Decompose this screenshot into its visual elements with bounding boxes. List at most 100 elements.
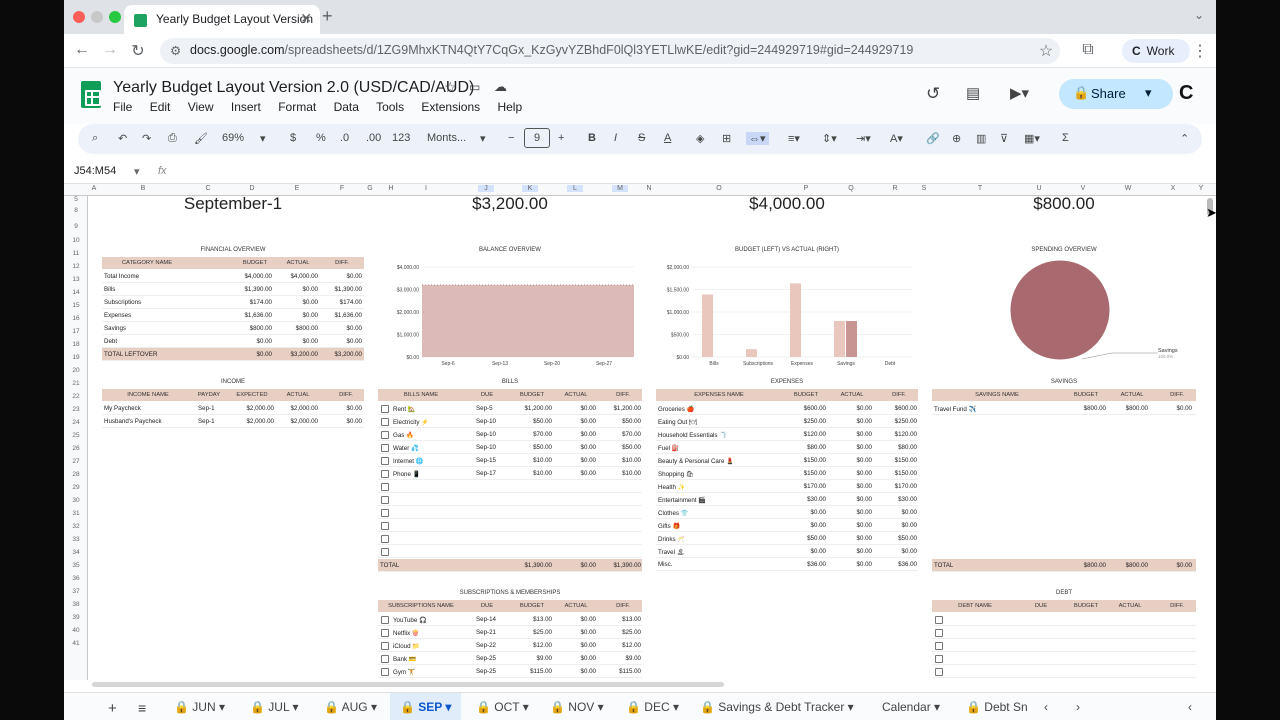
column-header[interactable]: K [522,185,538,192]
financial-overview-total[interactable]: TOTAL LEFTOVER $0.00 $3,200.00 $3,200.00 [102,348,364,361]
subscription-row[interactable]: iCloud 📁 Sep-22 $12.00 $0.00 $12.00 [378,639,642,652]
debt-row[interactable] [932,626,1196,639]
savings-row[interactable]: Travel Fund ✈️ $800.00 $800.00 $0.00 [932,402,1196,415]
font-select[interactable]: Monts... [427,132,466,144]
functions-icon[interactable]: Σ [1062,132,1069,144]
column-header[interactable]: B [135,185,151,192]
row-header[interactable]: 33 [64,536,88,543]
undo-icon[interactable]: ↶ [118,132,127,145]
back-icon[interactable]: ← [72,41,92,59]
column-header[interactable]: N [641,185,657,192]
row-header[interactable]: 31 [64,510,88,517]
expense-row[interactable]: Beauty & Personal Care 💄 $150.00 $0.00 $150… [656,454,918,467]
column-header[interactable]: C [200,185,216,192]
column-header[interactable]: W [1120,185,1136,192]
column-header[interactable]: G [362,185,378,192]
percent-format-button[interactable]: % [316,132,326,144]
row-header[interactable]: 5 [64,196,88,203]
financial-overview-row[interactable]: Bills $1,390.00 $0.00 $1,390.00 [102,283,364,296]
expense-row[interactable]: Eating Out 🍽 $250.00 $0.00 $250.00 [656,415,918,428]
print-icon[interactable]: ⎙ [168,132,177,145]
column-header[interactable]: L [567,185,583,192]
font-dropdown-icon[interactable]: ▾ [480,132,486,145]
paid-checkbox[interactable] [381,616,389,624]
expense-row[interactable]: Fuel ⛽ $80.00 $0.00 $80.00 [656,441,918,454]
tab-search-icon[interactable]: ⌄ [1194,8,1204,22]
zoom-dropdown-icon[interactable]: ▾ [260,132,266,145]
expense-row[interactable]: Shopping 🛍 $150.00 $0.00 $150.00 [656,467,918,480]
bill-row[interactable]: Water 💦 Sep-10 $50.00 $0.00 $50.00 [378,441,642,454]
row-header[interactable]: 28 [64,471,88,478]
name-box-dropdown-icon[interactable]: ▾ [134,165,140,178]
column-header[interactable]: X [1165,185,1181,192]
row-header[interactable]: 21 [64,380,88,387]
row-header[interactable]: 8 [64,207,88,214]
horizontal-align-icon[interactable]: ≡▾ [788,132,800,145]
sheets-logo-icon[interactable] [81,81,101,108]
url-field[interactable]: ⚙ docs.google.com/spreadsheets/d/1ZG9Mhx… [160,38,1060,64]
share-button[interactable]: 🔒 Share ▾ [1059,79,1173,109]
income-row[interactable]: My Paycheck Sep-1 $2,000.00 $2,000.00 $0.00 [102,402,364,415]
column-header[interactable]: P [798,185,814,192]
search-menus-icon[interactable]: ⌕ [92,132,98,145]
paid-checkbox[interactable] [381,548,389,556]
font-size-input[interactable]: 9 [524,128,550,148]
zoom-select[interactable]: 69% [222,132,244,144]
column-header[interactable]: O [711,185,727,192]
merge-cells-icon[interactable]: ⇔▾ [746,132,769,145]
sheet-tab-calendar[interactable]: Calendar ▾ [882,700,940,714]
debt-row[interactable] [932,652,1196,665]
borders-icon[interactable]: ⊞ [722,132,731,145]
row-header[interactable]: 9 [64,223,88,230]
column-header[interactable]: Q [843,185,859,192]
subscription-row[interactable]: Bank 💳 Sep-25 $9.00 $0.00 $9.00 [378,652,642,665]
financial-overview-row[interactable]: Debt $0.00 $0.00 $0.00 [102,335,364,348]
all-sheets-icon[interactable]: ≡ [138,700,146,716]
expense-row[interactable]: Health ✨ $170.00 $0.00 $170.00 [656,480,918,493]
paid-checkbox[interactable] [381,629,389,637]
expense-row[interactable]: Clothes 👕 $0.00 $0.00 $0.00 [656,506,918,519]
extensions-icon[interactable]: ⧉ [1078,41,1098,59]
column-header[interactable]: J [478,185,494,192]
expense-row[interactable]: Travel 🏝 $0.00 $0.00 $0.00 [656,545,918,558]
financial-overview-row[interactable]: Expenses $1,636.00 $0.00 $1,636.00 [102,309,364,322]
expense-row[interactable]: Drinks 🥂 $50.00 $0.00 $50.00 [656,532,918,545]
paid-checkbox[interactable] [935,629,943,637]
star-icon[interactable]: ☆ [444,79,457,96]
forward-icon[interactable]: → [100,41,120,59]
filter-icon[interactable]: ⊽ [1000,132,1008,145]
menu-extensions[interactable]: Extensions [421,100,480,114]
row-header[interactable]: 23 [64,406,88,413]
subscription-row[interactable]: YouTube 🎧 Sep-14 $13.00 $0.00 $13.00 [378,613,642,626]
bill-row[interactable] [378,532,642,545]
column-header[interactable]: F [334,185,350,192]
menu-help[interactable]: Help [497,100,522,114]
row-header[interactable]: 11 [64,250,88,257]
sheet-tab-savings-debt-tracker[interactable]: 🔒 Savings & Debt Tracker ▾ [700,700,854,714]
paid-checkbox[interactable] [381,444,389,452]
row-header[interactable]: 41 [64,640,88,647]
sheet-tab-jul[interactable]: 🔒 JUL ▾ [250,700,299,714]
add-sheet-icon[interactable]: + [108,700,117,717]
row-header[interactable]: 10 [64,237,88,244]
font-size-increase-icon[interactable]: + [558,132,564,144]
bill-row[interactable]: Phone 📱 Sep-17 $10.00 $0.00 $10.00 [378,467,642,480]
row-header[interactable]: 22 [64,393,88,400]
italic-icon[interactable]: I [614,132,617,144]
close-window-icon[interactable] [73,11,85,23]
expense-row[interactable]: Entertainment 🎬 $30.00 $0.00 $30.00 [656,493,918,506]
column-header[interactable]: I [418,185,434,192]
column-header[interactable]: V [1075,185,1091,192]
filter-views-icon[interactable]: ▦▾ [1024,132,1040,145]
row-header[interactable]: 30 [64,497,88,504]
menu-view[interactable]: View [188,100,214,114]
close-tab-icon[interactable]: ✕ [300,10,312,27]
paid-checkbox[interactable] [381,509,389,517]
redo-icon[interactable]: ↷ [142,132,151,145]
row-header[interactable]: 19 [64,354,88,361]
savings-total[interactable]: TOTAL $800.00 $800.00 $0.00 [932,559,1196,572]
profile-button[interactable]: C Work [1122,39,1190,63]
paid-checkbox[interactable] [381,470,389,478]
row-header[interactable]: 13 [64,276,88,283]
column-header[interactable]: T [972,185,988,192]
